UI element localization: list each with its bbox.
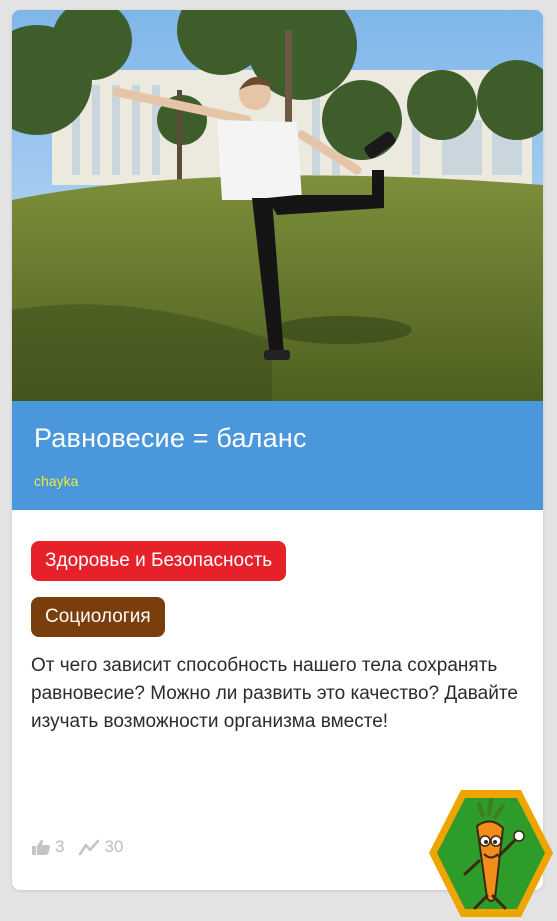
project-title[interactable]: Равновесие = баланс	[34, 423, 307, 454]
project-card[interactable]: Равновесие = баланс chayka Здоровье и Бе…	[12, 10, 543, 890]
likes-count: 3	[55, 837, 65, 856]
tag-sociology[interactable]: Социология	[31, 597, 165, 637]
author-link[interactable]: chayka	[34, 473, 78, 489]
title-band: Равновесие = баланс chayka	[12, 401, 543, 510]
stats-bar: 3 30	[31, 832, 137, 862]
project-description: От чего зависит способность нашего тела …	[31, 655, 518, 732]
likes-stat[interactable]: 3	[31, 837, 64, 857]
project-photo[interactable]	[12, 10, 543, 401]
views-count: 30	[104, 837, 124, 856]
carrot-mascot-icon[interactable]	[425, 786, 557, 921]
trend-icon	[79, 839, 100, 856]
tag-health-safety[interactable]: Здоровье и Безопасность	[31, 541, 287, 581]
thumbs-up-icon	[32, 839, 50, 855]
views-stat: 30	[78, 837, 123, 857]
